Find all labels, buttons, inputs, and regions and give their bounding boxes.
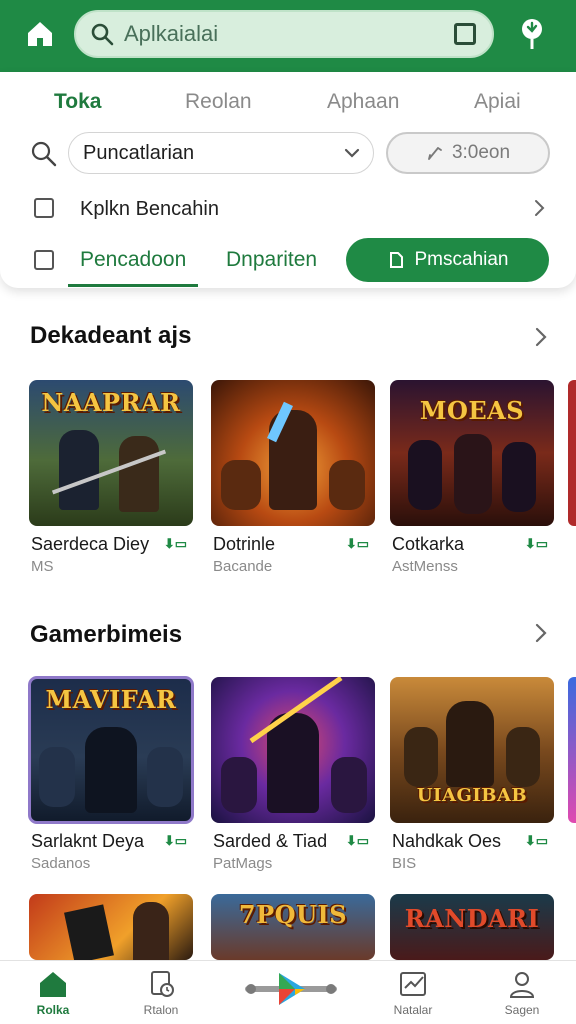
checkbox-label: Kplkn Bencahin: [80, 198, 219, 220]
game-thumbnail-partial[interactable]: [568, 380, 576, 526]
game-card[interactable]: Dotrinle ⬇▭ Bacande: [211, 380, 375, 575]
install-badge-icon: ⬇▭: [524, 833, 548, 848]
profile-icon: [509, 972, 535, 998]
search-icon[interactable]: [30, 140, 58, 168]
dropdown-value: Puncatlarian: [83, 141, 195, 164]
chart-card-icon: [400, 972, 426, 996]
search-bar[interactable]: Aplkaialai: [74, 10, 494, 58]
document-icon: [389, 252, 403, 268]
game-art-title: UIAGIBAB: [416, 785, 528, 806]
game-name: Saerdeca Diey: [31, 534, 150, 554]
nav-label: Natalar: [393, 1003, 433, 1017]
nav-item-rolka[interactable]: Rolka: [8, 969, 98, 1017]
game-thumbnail-partial[interactable]: [568, 677, 576, 823]
nav-label: Rtalon: [143, 1003, 179, 1017]
install-badge-icon: ⬇▭: [345, 536, 369, 551]
game-thumbnail: [29, 894, 193, 960]
document-clock-icon: [151, 971, 174, 997]
game-thumbnail: MAVIFAR: [28, 676, 194, 824]
game-publisher: MS: [31, 558, 54, 575]
search-action-button[interactable]: Pmscahian: [346, 238, 549, 282]
game-art-title: RANDARI: [404, 904, 540, 933]
game-art-title: 7PQUIS: [238, 900, 348, 929]
game-card[interactable]: MOEAS Cotkarka ⬇▭ AstMenss: [390, 380, 554, 575]
chevron-right-icon: [535, 200, 545, 216]
bottom-navigation: Rolka Rtalon Natalar Sagen: [0, 960, 576, 1024]
nav-item-play-store[interactable]: [243, 969, 339, 1014]
game-name: Dotrinle: [213, 534, 276, 554]
install-badge-icon: ⬇▭: [163, 536, 187, 551]
game-publisher: PatMags: [213, 855, 273, 872]
game-art-title: MAVIFAR: [45, 685, 177, 714]
game-card[interactable]: RANDARI: [390, 894, 554, 960]
home-icon: [28, 22, 52, 46]
search-action-label: Pmscahian: [414, 249, 509, 270]
checkbox-row[interactable]: Kplkn Bencahin: [0, 186, 576, 230]
edit-icon: [428, 147, 442, 160]
section-title: Dekadeant ajs: [30, 322, 192, 349]
tab-reolan[interactable]: Reolan: [185, 90, 252, 114]
mic-pin-icon: [522, 19, 542, 49]
search-filter-row: Puncatlarian 3:0eon: [0, 132, 576, 176]
time-filter-button[interactable]: 3:0eon: [386, 132, 550, 174]
tab-apiai[interactable]: Apiai: [474, 90, 521, 114]
game-name: Sarded & Tiad: [213, 831, 328, 851]
filter-card: Toka Reolan Aphaan Apiai Puncatlarian 3:…: [0, 72, 576, 288]
game-thumbnail: RANDARI: [390, 894, 554, 960]
game-thumbnail: [211, 380, 375, 526]
chevron-right-icon[interactable]: [534, 622, 548, 644]
game-name: Sarlaknt Deya: [31, 831, 145, 851]
nav-item-natalar[interactable]: Natalar: [368, 969, 458, 1017]
filter-link-pencadoon[interactable]: Pencadoon: [80, 248, 186, 272]
chevron-down-icon: [344, 148, 360, 158]
game-card[interactable]: UIAGIBAB Nahdkak Oes ⬇▭ BIS: [390, 677, 554, 872]
time-filter-label: 3:0eon: [451, 142, 511, 163]
game-thumbnail: NAAPRAR: [29, 380, 193, 526]
game-art-title: NAAPRAR: [41, 388, 181, 417]
game-card[interactable]: [29, 894, 193, 960]
game-card[interactable]: MAVIFAR Sarlaknt Deya ⬇▭ Sadanos: [28, 676, 194, 872]
install-badge-icon: ⬇▭: [163, 833, 187, 848]
filter-link-dnpariten[interactable]: Dnpariten: [226, 248, 317, 272]
game-publisher: Sadanos: [31, 855, 91, 872]
action-row: Pencadoon Dnpariten Pmscahian: [0, 238, 576, 288]
game-name: Nahdkak Oes: [392, 831, 502, 851]
chevron-right-icon[interactable]: [534, 326, 548, 348]
nav-item-rtalon[interactable]: Rtalon: [116, 969, 206, 1017]
search-icon: [91, 23, 114, 46]
game-thumbnail: [211, 677, 375, 823]
install-badge-icon: ⬇▭: [345, 833, 369, 848]
install-badge-icon: ⬇▭: [524, 536, 548, 551]
search-query: Aplkaialai: [124, 21, 219, 46]
section-title: Gamerbimeis: [30, 621, 183, 648]
scan-icon[interactable]: [454, 23, 476, 45]
game-card[interactable]: NAAPRAR Saerdeca Diey ⬇▭ MS: [29, 380, 193, 575]
tab-bar: Toka Reolan Aphaan Apiai: [0, 72, 576, 134]
game-thumbnail: 7PQUIS: [211, 894, 375, 960]
game-publisher: AstMenss: [392, 558, 458, 575]
game-card[interactable]: Sarded & Tiad ⬇▭ PatMags: [211, 677, 375, 872]
voice-search-button[interactable]: [514, 14, 550, 54]
game-publisher: BIS: [392, 855, 417, 872]
category-dropdown[interactable]: Puncatlarian: [68, 132, 374, 174]
home-icon: [40, 972, 66, 997]
checkbox[interactable]: [34, 198, 54, 218]
game-thumbnail: MOEAS: [390, 380, 554, 526]
game-publisher: Bacande: [213, 558, 273, 575]
tab-toka[interactable]: Toka: [54, 90, 101, 114]
game-card[interactable]: 7PQUIS: [211, 894, 375, 960]
tab-aphaan[interactable]: Aphaan: [327, 90, 399, 114]
checkbox[interactable]: [34, 250, 54, 270]
nav-label: Rolka: [36, 1003, 70, 1017]
game-name: Cotkarka: [392, 534, 465, 554]
game-thumbnail: UIAGIBAB: [390, 677, 554, 823]
nav-label: Sagen: [504, 1003, 540, 1017]
active-underline: [68, 284, 198, 287]
top-app-bar: Aplkaialai: [0, 0, 576, 72]
nav-item-sagen[interactable]: Sagen: [477, 969, 567, 1017]
game-art-title: MOEAS: [419, 396, 525, 425]
home-button[interactable]: [20, 14, 60, 54]
play-store-icon: [245, 973, 337, 1005]
